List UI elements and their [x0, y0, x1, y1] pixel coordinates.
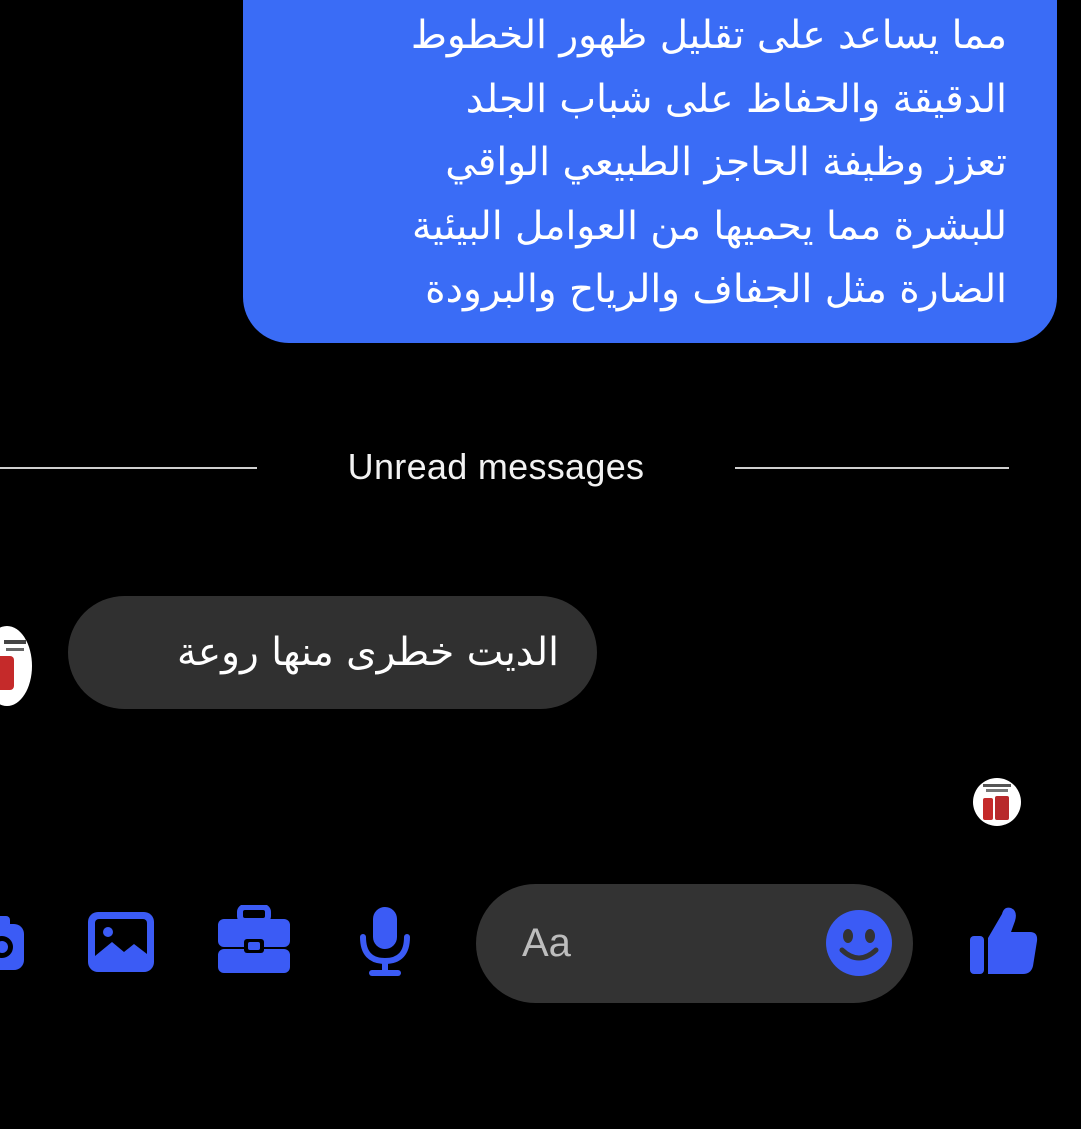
- camera-icon[interactable]: [0, 912, 28, 974]
- message-input[interactable]: [522, 912, 802, 974]
- sent-message-bubble[interactable]: مما يساعد على تقليل ظهور الخطوط الدقيقة …: [243, 0, 1057, 343]
- sent-message-line: الضارة مثل الجفاف والرياح والبرودة: [425, 267, 1007, 312]
- avatar-image-graphic: [983, 798, 993, 820]
- received-message-text: الديت خطرى منها روعة: [176, 630, 559, 675]
- emoji-icon[interactable]: [826, 910, 892, 976]
- avatar-text-graphic: [4, 640, 26, 644]
- received-message-bubble[interactable]: الديت خطرى منها روعة: [68, 596, 597, 709]
- sent-message-line: للبشرة مما يحميها من العوامل البيئية: [411, 203, 1007, 249]
- unread-messages-label: Unread messages: [347, 446, 645, 487]
- unread-divider-line-left: [0, 467, 257, 469]
- microphone-icon[interactable]: [358, 907, 412, 977]
- sent-message-line: مما يساعد على تقليل ظهور الخطوط: [410, 13, 1007, 58]
- unread-divider-line-right: [735, 467, 1009, 469]
- sender-avatar[interactable]: [0, 626, 32, 706]
- thumbs-up-icon[interactable]: [968, 904, 1038, 976]
- sent-message-line: الدقيقة والحفاظ على شباب الجلد: [465, 76, 1007, 122]
- image-icon[interactable]: [88, 912, 156, 974]
- avatar-text-graphic: [983, 784, 1011, 787]
- briefcase-icon[interactable]: [218, 905, 290, 975]
- avatar-image-graphic: [995, 796, 1009, 820]
- message-composer[interactable]: [476, 884, 913, 1003]
- sent-message-line: تعزز وظيفة الحاجز الطبيعي الواقي: [445, 140, 1007, 185]
- avatar-image-graphic: [0, 656, 14, 690]
- seen-by-avatar: [973, 778, 1021, 826]
- avatar-text-graphic: [6, 648, 24, 651]
- avatar-text-graphic: [986, 789, 1008, 792]
